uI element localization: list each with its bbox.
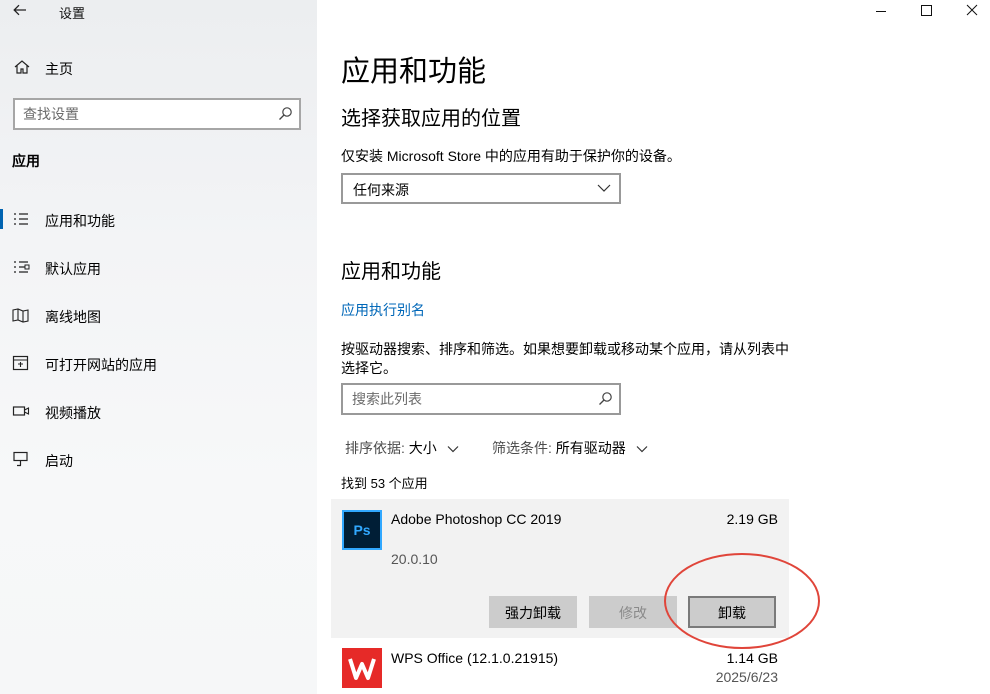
app-size: 2.19 GB	[726, 511, 778, 527]
page-title: 应用和功能	[341, 56, 487, 88]
app-version: 20.0.10	[391, 551, 438, 567]
back-button[interactable]	[12, 2, 30, 20]
list-description: 按驱动器搜索、排序和筛选。如果想要卸载或移动某个应用，请从列表中选择它。	[341, 341, 789, 376]
app-list-search-input[interactable]	[352, 390, 582, 408]
sort-label: 排序依据:	[345, 440, 405, 456]
choose-location-desc: 仅安装 Microsoft Store 中的应用有助于保护你的设备。	[341, 148, 681, 164]
sidebar-item-default-apps[interactable]: 默认应用	[0, 249, 317, 285]
main-content: 应用和功能 选择获取应用的位置 仅安装 Microsoft Store 中的应用…	[317, 0, 990, 694]
wps-logo-icon	[348, 658, 376, 680]
uninstall-button[interactable]: 卸载	[688, 596, 776, 628]
app-name: WPS Office (12.1.0.21915)	[391, 650, 559, 666]
sort-dropdown[interactable]: 排序依据: 大小	[345, 438, 459, 458]
apps-features-heading: 应用和功能	[341, 261, 441, 283]
selected-indicator	[0, 209, 3, 229]
filter-dropdown[interactable]: 筛选条件: 所有驱动器	[492, 438, 648, 458]
sidebar-item-label: 启动	[45, 453, 73, 469]
sidebar-item-offline-maps[interactable]: 离线地图	[0, 297, 317, 333]
video-playback-icon	[12, 406, 30, 416]
back-arrow-icon	[13, 4, 26, 16]
dropdown-value: 任何来源	[353, 182, 409, 198]
filter-label: 筛选条件:	[492, 440, 552, 456]
search-icon[interactable]	[597, 391, 613, 407]
home-icon	[14, 60, 30, 74]
app-count: 找到 53 个应用	[341, 476, 428, 491]
sidebar-item-video-playback[interactable]: 视频播放	[0, 393, 317, 429]
app-title: 设置	[59, 6, 86, 21]
home-nav-item[interactable]: 主页	[0, 52, 317, 82]
filter-value: 所有驱动器	[555, 440, 626, 456]
app-list-search-box[interactable]	[341, 383, 621, 415]
app-list-item[interactable]: WPS Office (12.1.0.21915) 1.14 GB 2025/6…	[331, 638, 789, 694]
app-name: Adobe Photoshop CC 2019	[391, 511, 562, 527]
app-size: 1.14 GB	[726, 650, 778, 666]
settings-search-box[interactable]	[13, 98, 301, 130]
sidebar-item-label: 应用和功能	[45, 213, 115, 229]
force-uninstall-button[interactable]: 强力卸载	[489, 596, 577, 628]
app-list-item-selected[interactable]: Ps Adobe Photoshop CC 2019 2.19 GB 20.0.…	[331, 499, 789, 638]
offline-maps-icon	[12, 308, 29, 323]
app-execution-alias-link[interactable]: 应用执行别名	[341, 300, 425, 320]
chevron-down-icon	[597, 184, 611, 192]
apps-features-icon	[14, 213, 28, 225]
default-apps-icon	[14, 261, 30, 273]
startup-icon	[13, 451, 28, 467]
chevron-down-icon	[447, 446, 459, 453]
app-source-dropdown[interactable]: 任何来源	[341, 173, 621, 204]
settings-search-input[interactable]	[23, 105, 263, 123]
search-icon[interactable]	[277, 106, 293, 122]
wps-office-icon	[342, 648, 382, 688]
sidebar-item-startup[interactable]: 启动	[0, 441, 317, 477]
titlebar-left: 设置	[0, 0, 317, 24]
modify-button[interactable]: 修改	[589, 596, 677, 628]
choose-location-heading: 选择获取应用的位置	[341, 108, 521, 130]
sidebar-item-label: 可打开网站的应用	[45, 357, 157, 373]
sidebar-section-title: 应用	[12, 153, 40, 169]
sidebar-item-apps-features[interactable]: 应用和功能	[0, 201, 317, 237]
sidebar-item-label: 默认应用	[45, 261, 101, 277]
sidebar-item-label: 视频播放	[45, 405, 101, 421]
sort-value: 大小	[408, 440, 437, 456]
apps-for-websites-icon	[12, 355, 29, 371]
photoshop-icon: Ps	[342, 510, 382, 550]
chevron-down-icon	[636, 446, 648, 453]
sidebar-item-apps-for-websites[interactable]: 可打开网站的应用	[0, 345, 317, 381]
app-install-date: 2025/6/23	[715, 669, 778, 685]
home-label: 主页	[45, 61, 73, 77]
sidebar-item-label: 离线地图	[45, 309, 101, 325]
sidebar: 设置 主页 应用 应用和功能 默认应用 离线地图 可打开网站的应用 视频播放 启…	[0, 0, 317, 694]
